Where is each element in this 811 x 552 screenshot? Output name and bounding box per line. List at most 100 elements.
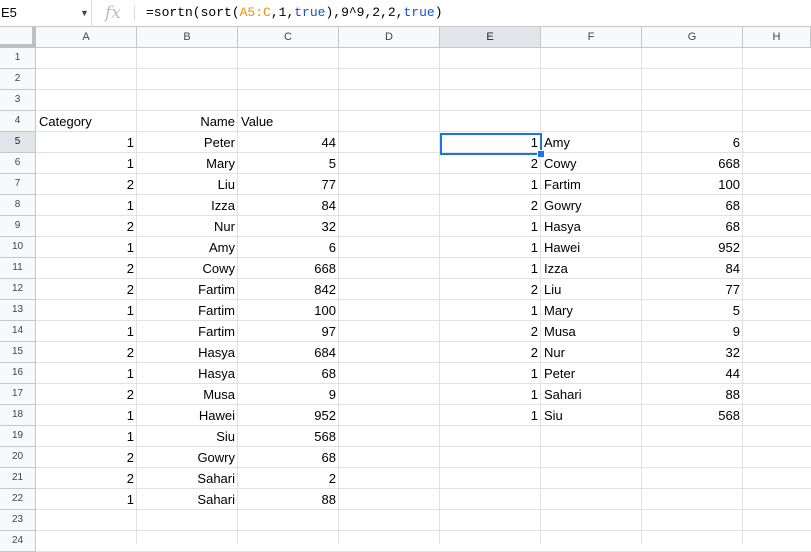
name-box[interactable]: E5 ▼ [0, 0, 92, 26]
source-category-cell[interactable]: 1 [36, 405, 137, 426]
source-value-cell[interactable]: 842 [238, 279, 339, 300]
result-value-cell[interactable]: 100 [642, 174, 743, 195]
source-name-cell[interactable]: Gowry [137, 447, 238, 468]
source-name-cell[interactable]: Hasya [137, 342, 238, 363]
row-header-18[interactable]: 18 [0, 405, 36, 426]
row-header-13[interactable]: 13 [0, 300, 36, 321]
source-value-cell[interactable]: 84 [238, 195, 339, 216]
result-name-cell[interactable]: Siu [541, 405, 642, 426]
result-name-cell[interactable]: Izza [541, 258, 642, 279]
source-category-cell[interactable]: 1 [36, 489, 137, 510]
source-category-cell[interactable]: 1 [36, 195, 137, 216]
result-value-cell[interactable]: 84 [642, 258, 743, 279]
row-header-21[interactable]: 21 [0, 468, 36, 489]
source-category-cell[interactable]: 2 [36, 447, 137, 468]
row-header-19[interactable]: 19 [0, 426, 36, 447]
source-value-cell[interactable]: 568 [238, 426, 339, 447]
result-value-cell[interactable]: 952 [642, 237, 743, 258]
row-header-9[interactable]: 9 [0, 216, 36, 237]
header-name[interactable]: Name [137, 111, 238, 132]
source-name-cell[interactable]: Nur [137, 216, 238, 237]
result-category-cell[interactable]: 2 [440, 321, 541, 342]
source-value-cell[interactable]: 100 [238, 300, 339, 321]
result-value-cell[interactable]: 9 [642, 321, 743, 342]
result-name-cell[interactable]: Hawei [541, 237, 642, 258]
source-value-cell[interactable]: 668 [238, 258, 339, 279]
source-name-cell[interactable]: Sahari [137, 489, 238, 510]
result-value-cell[interactable]: 68 [642, 195, 743, 216]
result-value-cell[interactable]: 5 [642, 300, 743, 321]
row-header-12[interactable]: 12 [0, 279, 36, 300]
source-category-cell[interactable]: 2 [36, 468, 137, 489]
select-all-corner[interactable] [0, 27, 36, 48]
source-name-cell[interactable]: Peter [137, 132, 238, 153]
result-category-cell[interactable]: 2 [440, 153, 541, 174]
row-header-8[interactable]: 8 [0, 195, 36, 216]
column-header-d[interactable]: D [339, 27, 440, 48]
result-category-cell[interactable]: 2 [440, 195, 541, 216]
result-value-cell[interactable]: 32 [642, 342, 743, 363]
result-name-cell[interactable]: Gowry [541, 195, 642, 216]
source-category-cell[interactable]: 1 [36, 132, 137, 153]
row-header-16[interactable]: 16 [0, 363, 36, 384]
row-header-20[interactable]: 20 [0, 447, 36, 468]
column-header-b[interactable]: B [137, 27, 238, 48]
row-header-22[interactable]: 22 [0, 489, 36, 510]
source-category-cell[interactable]: 2 [36, 174, 137, 195]
result-name-cell[interactable]: Fartim [541, 174, 642, 195]
column-header-h[interactable]: H [743, 27, 811, 48]
row-header-17[interactable]: 17 [0, 384, 36, 405]
source-value-cell[interactable]: 77 [238, 174, 339, 195]
row-header-1[interactable]: 1 [0, 48, 36, 69]
source-name-cell[interactable]: Musa [137, 384, 238, 405]
source-name-cell[interactable]: Cowy [137, 258, 238, 279]
result-name-cell[interactable]: Amy [541, 132, 642, 153]
header-category[interactable]: Category [36, 111, 137, 132]
source-category-cell[interactable]: 2 [36, 342, 137, 363]
source-value-cell[interactable]: 5 [238, 153, 339, 174]
source-name-cell[interactable]: Fartim [137, 300, 238, 321]
source-category-cell[interactable]: 1 [36, 153, 137, 174]
result-name-cell[interactable]: Nur [541, 342, 642, 363]
result-name-cell[interactable]: Peter [541, 363, 642, 384]
result-category-cell[interactable]: 1 [440, 300, 541, 321]
result-value-cell[interactable]: 668 [642, 153, 743, 174]
row-header-4[interactable]: 4 [0, 111, 36, 132]
source-category-cell[interactable]: 2 [36, 279, 137, 300]
source-category-cell[interactable]: 1 [36, 321, 137, 342]
result-value-cell[interactable]: 44 [642, 363, 743, 384]
result-category-cell[interactable]: 1 [440, 258, 541, 279]
column-header-g[interactable]: G [642, 27, 743, 48]
row-header-15[interactable]: 15 [0, 342, 36, 363]
result-category-cell[interactable]: 2 [440, 342, 541, 363]
source-category-cell[interactable]: 1 [36, 426, 137, 447]
cell-grid[interactable]: Category Name Value 1 Peter 44 1 Mary 5 2 Liu 77 1 Iz… [36, 48, 811, 552]
source-category-cell[interactable]: 1 [36, 300, 137, 321]
source-name-cell[interactable]: Sahari [137, 468, 238, 489]
result-value-cell[interactable]: 568 [642, 405, 743, 426]
source-name-cell[interactable]: Fartim [137, 279, 238, 300]
source-name-cell[interactable]: Mary [137, 153, 238, 174]
result-value-cell[interactable]: 6 [642, 132, 743, 153]
row-header-3[interactable]: 3 [0, 90, 36, 111]
row-header-10[interactable]: 10 [0, 237, 36, 258]
row-header-11[interactable]: 11 [0, 258, 36, 279]
source-category-cell[interactable]: 2 [36, 258, 137, 279]
result-category-cell[interactable]: 1 [440, 174, 541, 195]
source-value-cell[interactable]: 952 [238, 405, 339, 426]
result-name-cell[interactable]: Cowy [541, 153, 642, 174]
header-value[interactable]: Value [238, 111, 339, 132]
result-value-cell[interactable]: 68 [642, 216, 743, 237]
source-category-cell[interactable]: 2 [36, 384, 137, 405]
source-value-cell[interactable]: 68 [238, 363, 339, 384]
result-category-cell[interactable]: 1 [440, 216, 541, 237]
row-header-23[interactable]: 23 [0, 510, 36, 531]
result-category-cell[interactable]: 1 [440, 132, 541, 153]
row-header-24[interactable]: 24 [0, 531, 36, 552]
chevron-down-icon[interactable]: ▼ [80, 0, 89, 26]
result-name-cell[interactable]: Hasya [541, 216, 642, 237]
source-value-cell[interactable]: 9 [238, 384, 339, 405]
row-header-7[interactable]: 7 [0, 174, 36, 195]
source-value-cell[interactable]: 6 [238, 237, 339, 258]
source-name-cell[interactable]: Izza [137, 195, 238, 216]
